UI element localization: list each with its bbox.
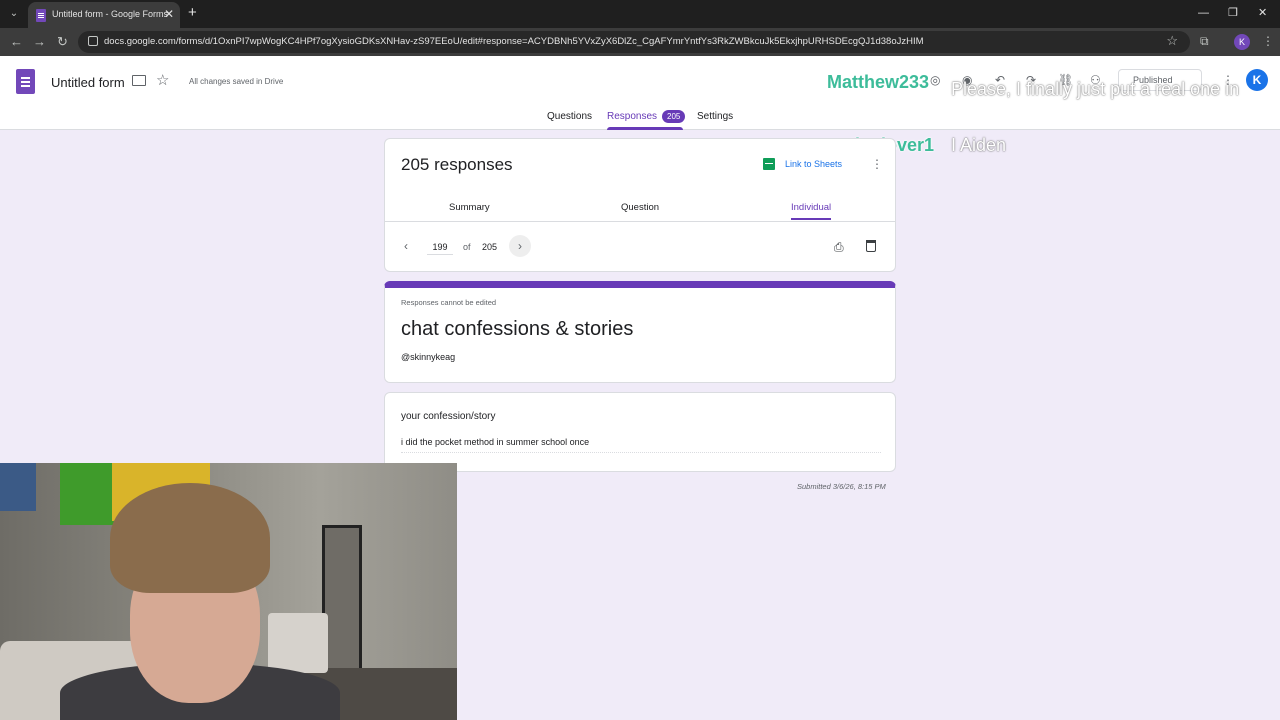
site-info-icon[interactable] — [88, 36, 98, 46]
tab-title: Untitled form - Google Forms — [52, 9, 169, 19]
active-tab-indicator — [607, 127, 683, 130]
minimize-icon[interactable]: — — [1198, 6, 1209, 20]
webcam-table — [268, 613, 328, 673]
delete-icon[interactable] — [866, 240, 876, 252]
tab-questions[interactable]: Questions — [547, 111, 592, 122]
tab-settings[interactable]: Settings — [697, 111, 733, 122]
chat-message: Matthew233 — [827, 72, 929, 93]
webcam-mirror — [322, 525, 362, 675]
subtab-summary[interactable]: Summary — [449, 202, 490, 213]
address-bar[interactable]: docs.google.com/forms/d/1OxnPI7wpWogKC4H… — [78, 31, 1190, 53]
save-status: All changes saved in Drive — [189, 77, 284, 86]
divider — [385, 221, 895, 222]
form-title: chat confessions & stories — [401, 318, 634, 340]
pager-of-label: of — [463, 242, 471, 252]
form-tabs: Questions Responses 205 Settings — [0, 108, 1280, 130]
subtab-individual[interactable]: Individual — [791, 202, 831, 213]
browser-toolbar: ← → ↻ docs.google.com/forms/d/1OxnPI7wpW… — [0, 28, 1280, 56]
star-icon[interactable]: ☆ — [156, 71, 169, 89]
move-folder-icon[interactable] — [132, 75, 146, 86]
chat-text: I Aiden — [951, 135, 1007, 155]
new-tab-icon[interactable]: + — [188, 5, 197, 21]
previous-response-icon[interactable]: ‹ — [404, 239, 408, 253]
chat-username: Matthew233 — [827, 72, 930, 92]
browser-menu-icon[interactable]: ⋮ — [1262, 34, 1274, 48]
webcam-overlay — [0, 463, 457, 720]
sheets-icon[interactable] — [763, 158, 775, 170]
active-subtab-indicator — [791, 218, 831, 220]
back-icon[interactable]: ← — [10, 34, 23, 50]
browser-tab[interactable]: Untitled form - Google Forms ✕ — [28, 2, 180, 28]
forward-icon[interactable]: → — [33, 34, 46, 50]
forms-logo-icon[interactable] — [16, 69, 35, 94]
restore-icon[interactable]: ❐ — [1228, 6, 1238, 20]
print-icon[interactable]: ⎙ — [834, 240, 844, 255]
forms-favicon-icon — [36, 9, 46, 22]
customize-theme-icon[interactable]: ◎ — [930, 73, 940, 87]
chat-message-text: Please, I finally just put a real one in — [951, 74, 1269, 104]
responses-title: 205 responses — [401, 155, 513, 174]
window-close-icon[interactable]: ✕ — [1258, 6, 1267, 20]
link-to-sheets-button[interactable]: Link to Sheets — [785, 159, 842, 169]
bookmark-star-icon[interactable]: ☆ — [1166, 33, 1178, 49]
reload-icon[interactable]: ↻ — [57, 34, 68, 50]
question-answer: i did the pocket method in summer school… — [401, 437, 590, 447]
browser-profile-avatar[interactable]: K — [1234, 34, 1250, 50]
form-doc-title[interactable]: Untitled form — [51, 75, 125, 90]
submitted-timestamp: Submitted 3/6/26, 8:15 PM — [797, 482, 886, 491]
url-text[interactable]: docs.google.com/forms/d/1OxnPI7wpWogKC4H… — [104, 36, 924, 47]
answer-underline — [401, 452, 881, 453]
responses-card: 205 responses Link to Sheets ⋮ Summary Q… — [384, 138, 896, 272]
chat-text: Please, I finally just put a real one in — [951, 79, 1240, 99]
close-tab-icon[interactable]: ✕ — [164, 7, 174, 21]
responses-count-badge: 205 — [662, 110, 686, 123]
form-header-card: Responses cannot be edited chat confessi… — [384, 281, 896, 383]
responses-more-icon[interactable]: ⋮ — [871, 157, 883, 171]
edit-notice: Responses cannot be edited — [401, 298, 497, 307]
subtab-question[interactable]: Question — [621, 202, 659, 213]
webcam-person-hair — [110, 483, 270, 593]
next-response-icon[interactable]: › — [509, 235, 531, 257]
webcam-poster — [0, 463, 36, 511]
response-number-input[interactable]: 199 — [427, 239, 453, 255]
tab-responses[interactable]: Responses — [607, 111, 657, 122]
webcam-poster — [60, 463, 116, 525]
pager-total: 205 — [482, 242, 498, 252]
tab-search-icon[interactable]: ⌄ — [6, 6, 22, 22]
question-card: your confession/story i did the pocket m… — [384, 392, 896, 472]
question-title: your confession/story — [401, 411, 496, 422]
form-description: @skinnykeag — [401, 352, 456, 362]
chat-message-text: I Aiden — [951, 135, 1006, 156]
extensions-icon[interactable]: ⧉ — [1200, 34, 1209, 49]
browser-tab-bar: ⌄ Untitled form - Google Forms ✕ + — ❐ ✕ — [0, 0, 1280, 28]
